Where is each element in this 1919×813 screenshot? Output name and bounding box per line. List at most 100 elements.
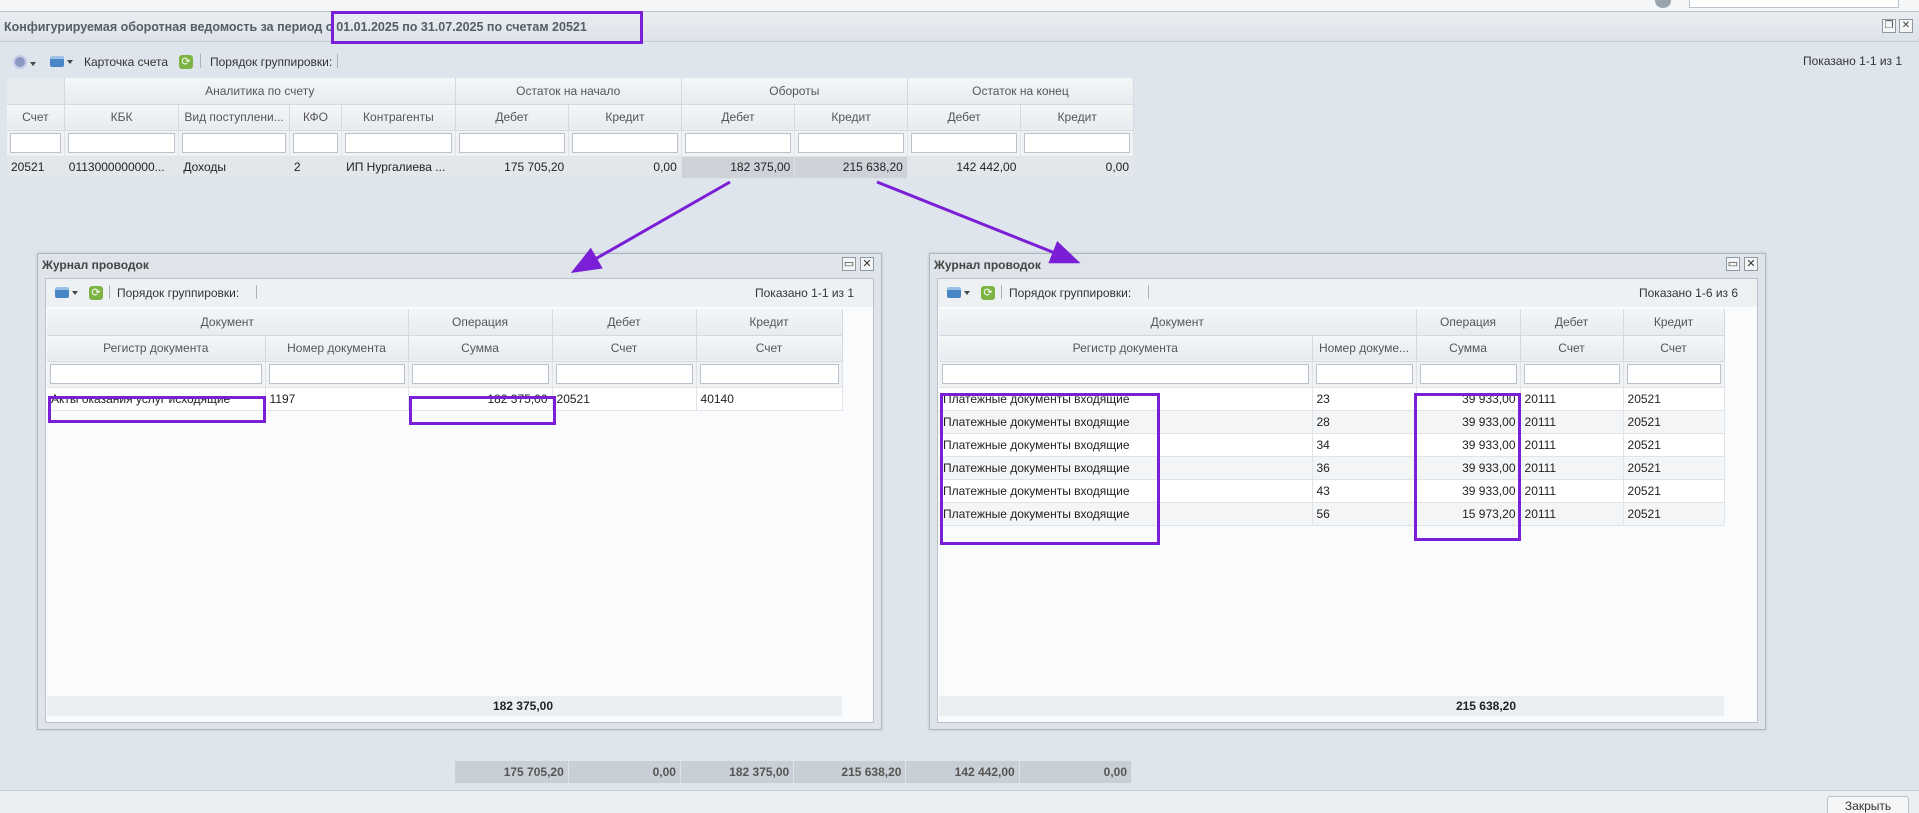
cell-account: 20521 (7, 156, 65, 179)
filter-input[interactable] (10, 133, 61, 153)
cell-open-credit: 0,00 (568, 156, 682, 179)
toolbar-separator (109, 285, 110, 299)
filter-input[interactable] (555, 364, 693, 384)
filter-input[interactable] (572, 133, 678, 153)
table-row[interactable]: Платежные документы входящие 36 39 933,0… (939, 456, 1725, 480)
filter-input[interactable] (411, 364, 549, 384)
col-doc-number[interactable]: Номер документа (265, 335, 409, 362)
records-shown: Показано 1-1 из 1 (755, 286, 855, 300)
filter-input[interactable] (798, 133, 904, 153)
cell-doc-number: 34 (1312, 433, 1417, 457)
user-avatar[interactable] (1655, 0, 1671, 8)
table-row[interactable]: Платежные документы входящие 23 39 933,0… (939, 387, 1725, 411)
journal-body: ⟳ Порядок группировки: Показано 1-1 из 1… (45, 278, 874, 723)
col-open-credit[interactable]: Кредит (568, 104, 682, 131)
bottom-bar: Закрыть (0, 790, 1919, 813)
filter-input[interactable] (1024, 133, 1130, 153)
col-account[interactable]: Счет (7, 104, 65, 131)
maximize-icon[interactable]: ▭ (842, 257, 856, 271)
col-sum[interactable]: Сумма (1416, 335, 1521, 362)
print-menu-button[interactable] (942, 282, 972, 302)
filter-input[interactable] (942, 364, 1309, 384)
toolbar-separator (256, 285, 257, 299)
close-icon[interactable]: ✕ (1744, 257, 1758, 271)
records-shown: Показано 1-1 из 1 (1803, 54, 1903, 68)
col-debit-account[interactable]: Счет (552, 335, 697, 362)
total-open-debit: 175 705,20 (455, 761, 569, 784)
table-row[interactable]: Платежные документы входящие 43 39 933,0… (939, 479, 1725, 503)
cell-turn-credit[interactable]: 215 638,20 (794, 156, 908, 179)
refresh-icon: ⟳ (89, 286, 103, 300)
cell-kfo: 2 (289, 156, 343, 179)
refresh-button[interactable]: ⟳ (88, 284, 104, 304)
total-open-credit: 0,00 (568, 761, 681, 784)
print-menu-button[interactable] (50, 282, 80, 302)
filter-input[interactable] (268, 364, 405, 384)
account-card-button[interactable]: Карточка счета (84, 55, 168, 69)
toolbar-separator (200, 54, 201, 68)
col-credit-account[interactable]: Счет (696, 335, 843, 362)
table-row[interactable]: Платежные документы входящие 56 15 973,2… (939, 502, 1725, 526)
col-open-debit[interactable]: Дебет (455, 104, 570, 131)
col-kbk[interactable]: КБК (64, 104, 180, 131)
print-icon (55, 287, 69, 298)
col-sum[interactable]: Сумма (408, 335, 553, 362)
cell-doc-register: Акты оказания услуг исходящие (47, 387, 266, 411)
journal-toolbar: ⟳ Порядок группировки: Показано 1-1 из 1 (46, 279, 873, 307)
print-menu-button[interactable] (45, 51, 75, 71)
cell-debit-account: 20111 (1520, 433, 1624, 457)
col-doc-number[interactable]: Номер докуме... (1312, 335, 1417, 362)
filter-input[interactable] (910, 133, 1018, 153)
print-icon (947, 287, 961, 298)
window-title-period: с 01.01.2025 по 31.07.2025 по счетам 205… (325, 20, 587, 34)
filter-input[interactable] (292, 133, 339, 153)
filter-input[interactable] (1523, 364, 1620, 384)
filter-input[interactable] (699, 364, 839, 384)
table-row[interactable]: Акты оказания услуг исходящие 1197 182 3… (47, 387, 843, 411)
filter-input[interactable] (345, 133, 452, 153)
totals-row: 175 705,20 0,00 182 375,00 215 638,20 14… (455, 761, 1133, 784)
table-row[interactable]: Платежные документы входящие 28 39 933,0… (939, 410, 1725, 434)
col-turn-debit[interactable]: Дебет (681, 104, 796, 131)
col-credit-account[interactable]: Счет (1623, 335, 1725, 362)
filter-input[interactable] (1626, 364, 1721, 384)
toolbar-separator (1148, 285, 1149, 299)
close-icon[interactable]: ✕ (1899, 19, 1913, 33)
filter-input[interactable] (458, 133, 566, 153)
refresh-button[interactable]: ⟳ (178, 53, 194, 73)
filter-input[interactable] (182, 133, 286, 153)
filter-input[interactable] (1419, 364, 1517, 384)
group-document: Документ (47, 309, 409, 336)
total-turn-credit: 215 638,20 (793, 761, 907, 784)
maximize-icon[interactable]: ▭ (1726, 257, 1740, 271)
refresh-button[interactable]: ⟳ (980, 284, 996, 304)
col-kfo[interactable]: КФО (289, 104, 343, 131)
col-counterparty[interactable]: Контрагенты (341, 104, 456, 131)
col-doc-register[interactable]: Регистр документа (939, 335, 1313, 362)
close-icon[interactable]: ✕ (860, 257, 874, 271)
filter-input[interactable] (1315, 364, 1413, 384)
grid-filter-row (939, 361, 1725, 388)
settings-menu-button[interactable] (8, 51, 38, 71)
close-button[interactable]: Закрыть (1827, 796, 1909, 813)
table-row[interactable]: 20521 0113000000000... Доходы 2 ИП Нурга… (7, 156, 1134, 179)
filter-input[interactable] (684, 133, 792, 153)
group-operation: Операция (1416, 309, 1521, 336)
filter-input[interactable] (50, 364, 262, 384)
col-close-credit[interactable]: Кредит (1020, 104, 1134, 131)
col-income-type[interactable]: Вид поступлени... (178, 104, 290, 131)
top-search-input[interactable] (1689, 0, 1899, 8)
total-close-debit: 142 442,00 (905, 761, 1020, 784)
journal-footer: 215 638,20 (939, 696, 1724, 716)
col-doc-register[interactable]: Регистр документа (47, 335, 266, 362)
col-close-debit[interactable]: Дебет (907, 104, 1022, 131)
grouping-order-label: Порядок группировки: (117, 286, 240, 300)
restore-icon[interactable]: ❐ (1882, 19, 1896, 33)
col-debit-account[interactable]: Счет (1520, 335, 1624, 362)
filter-input[interactable] (67, 133, 176, 153)
cell-turn-debit[interactable]: 182 375,00 (681, 156, 796, 179)
cell-debit-account: 20111 (1520, 456, 1624, 480)
table-row[interactable]: Платежные документы входящие 34 39 933,0… (939, 433, 1725, 457)
grid-group-empty (7, 78, 65, 105)
col-turn-credit[interactable]: Кредит (794, 104, 908, 131)
